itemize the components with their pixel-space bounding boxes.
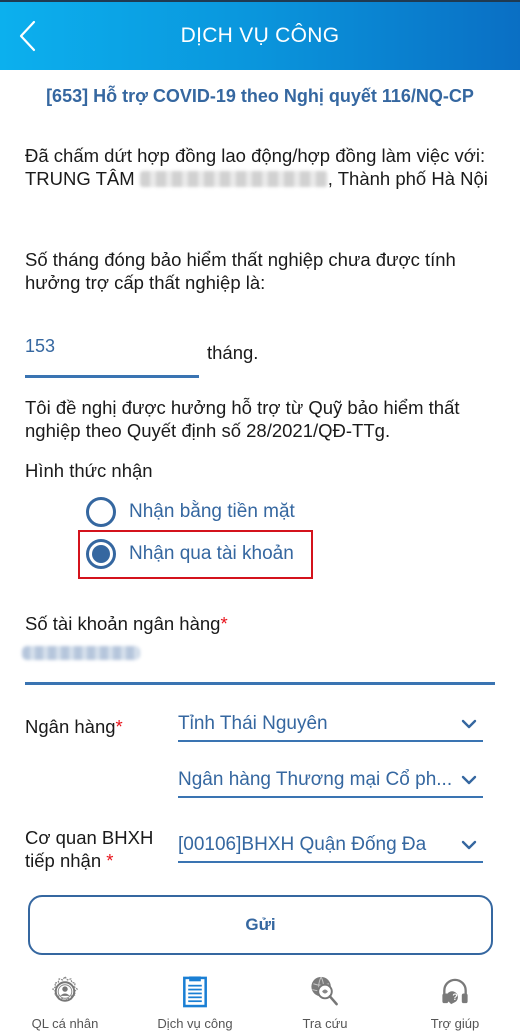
bank-account-input-value[interactable] [22, 646, 140, 660]
contract-text-suffix: , Thành phố Hà Nội [327, 168, 488, 189]
agency-label-line2: tiếp nhận [25, 850, 107, 871]
radio-cash[interactable]: Nhận bằng tiền mặt [86, 497, 295, 527]
months-unit: tháng. [207, 342, 259, 363]
selection-highlight-box [78, 530, 313, 579]
nav-public-services[interactable]: Dịch vụ công [130, 975, 260, 1031]
submit-button[interactable]: Gửi [28, 895, 493, 955]
agency-label-line1: Cơ quan BHXH [25, 827, 154, 848]
gear-user-icon [51, 975, 79, 1003]
bank-label-text: Ngân hàng [25, 716, 116, 737]
nav-lookup-label: Tra cứu [302, 1016, 348, 1031]
required-mark: * [115, 716, 123, 737]
redacted-organization-name [139, 171, 328, 187]
headset-help-icon: ? [442, 978, 468, 1005]
months-row: 153 tháng. [25, 336, 495, 380]
globe-search-icon [311, 976, 338, 1006]
bank-account-label-text: Số tài khoản ngân hàng [25, 613, 221, 634]
svg-text:?: ? [452, 992, 457, 1002]
app-header: DỊCH VỤ CÔNG [0, 2, 520, 70]
required-mark: * [220, 613, 228, 634]
bank-select[interactable]: Ngân hàng Thương mại Cổ ph... [178, 764, 483, 798]
back-button[interactable] [14, 16, 44, 56]
chevron-down-icon [461, 719, 477, 729]
bank-label: Ngân hàng* [25, 715, 123, 738]
clipboard-icon [183, 976, 207, 1008]
nav-help[interactable]: ? Trợ giúp [390, 975, 520, 1031]
chevron-down-icon [461, 775, 477, 785]
province-select[interactable]: Tỉnh Thái Nguyên [178, 708, 483, 742]
bank-account-label: Số tài khoản ngân hàng* [25, 612, 228, 635]
unemployment-months-text: Số tháng đóng bảo hiểm thất nghiệp chưa … [25, 249, 456, 293]
agency-select-value: [00106]BHXH Quận Đống Đa [178, 834, 427, 855]
request-text: Tôi đề nghị được hưởng hỗ trợ từ Quỹ bảo… [25, 397, 460, 441]
nav-personal-label: QL cá nhân [31, 1016, 99, 1031]
submit-label: Gửi [245, 915, 276, 934]
chevron-left-icon [19, 20, 36, 52]
bank-account-input-underline [25, 682, 495, 685]
contract-termination-text: Đã chấm dứt hợp đồng lao động/hợp đồng l… [25, 144, 495, 190]
radio-cash-label: Nhận bằng tiền mặt [129, 501, 295, 522]
radio-unchecked-icon [86, 497, 116, 527]
nav-lookup[interactable]: Tra cứu [260, 975, 390, 1031]
page-title: DỊCH VỤ CÔNG [180, 24, 340, 47]
service-title: [653] Hỗ trợ COVID-19 theo Nghị quyết 11… [46, 86, 474, 106]
nav-public-services-label: Dịch vụ công [157, 1016, 233, 1031]
nav-help-label: Trợ giúp [430, 1016, 480, 1031]
bank-select-value: Ngân hàng Thương mại Cổ ph... [178, 769, 453, 790]
nav-personal[interactable]: QL cá nhân [0, 975, 130, 1031]
months-value: 153 [25, 336, 56, 356]
agency-label: Cơ quan BHXH tiếp nhận * [25, 826, 153, 872]
agency-select[interactable]: [00106]BHXH Quận Đống Đa [178, 829, 483, 863]
chevron-down-icon [461, 840, 477, 850]
bottom-nav: QL cá nhân Dịch vụ công Tra cứu ? Trợ gi… [0, 975, 520, 1031]
agency-label-line2-wrap: tiếp nhận * [25, 849, 153, 872]
province-select-value: Tỉnh Thái Nguyên [178, 713, 328, 734]
receive-method-label: Hình thức nhận [25, 460, 153, 481]
months-input[interactable]: 153 [25, 336, 199, 378]
required-mark: * [106, 850, 114, 871]
